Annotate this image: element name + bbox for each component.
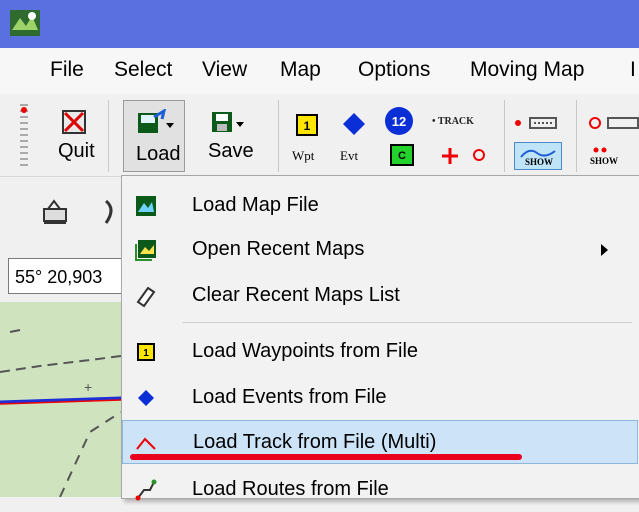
menu-file[interactable]: File <box>50 58 84 82</box>
menu-item-label: Open Recent Maps <box>192 238 365 260</box>
wpt-label[interactable]: Wpt <box>292 148 314 164</box>
svg-text:1: 1 <box>143 348 149 359</box>
track-icon <box>136 437 156 450</box>
menu-item-load-events[interactable]: Load Events from File <box>122 376 638 420</box>
menu-item-label: Load Map File <box>192 194 319 216</box>
route-dots-icon[interactable] <box>588 114 639 132</box>
menu-map[interactable]: Map <box>280 58 321 82</box>
save-button[interactable]: Save <box>196 102 266 168</box>
coordinate-field[interactable]: 55° 20,903 <box>8 258 124 294</box>
route-icon <box>135 479 157 501</box>
route-points-icon <box>593 147 607 153</box>
eraser-icon <box>136 286 156 308</box>
svg-text:12: 12 <box>392 114 406 129</box>
menu-options[interactable]: Options <box>358 58 430 82</box>
menu-item-load-waypoints[interactable]: 1 Load Waypoints from File <box>122 330 638 374</box>
app-icon <box>10 10 40 36</box>
menu-item-load-map-file[interactable]: Load Map File <box>122 184 638 228</box>
evt-label[interactable]: Evt <box>340 148 358 164</box>
menu-view[interactable]: View <box>202 58 247 82</box>
menu-separator <box>182 322 632 323</box>
menu-item-label: Load Events from File <box>192 386 387 408</box>
gps-receiver-icon[interactable] <box>40 199 70 227</box>
event-diamond-icon[interactable] <box>342 112 366 136</box>
waypoint-icon: 1 <box>137 343 155 361</box>
event-diamond-icon <box>138 390 154 406</box>
track-dots-icon[interactable] <box>512 114 562 132</box>
circle-icon[interactable] <box>472 148 486 162</box>
badge-12-icon[interactable]: 12 <box>384 106 414 136</box>
menu-item-label: Clear Recent Maps List <box>192 284 400 306</box>
show-route-button[interactable]: SHOW <box>588 142 639 170</box>
menu-bar: File Select View Map Options Moving Map … <box>0 48 639 94</box>
load-dropdown-menu: Load Map File Open Recent Maps Clear Rec… <box>121 175 639 501</box>
menu-item-clear-recent-maps[interactable]: Clear Recent Maps List <box>122 274 638 318</box>
green-c-icon[interactable]: C <box>390 144 414 166</box>
plus-icon[interactable] <box>440 146 460 166</box>
menu-item-open-recent-maps[interactable]: Open Recent Maps <box>122 228 638 272</box>
annotation-underline <box>130 454 522 460</box>
waypoint-icon[interactable]: 1 <box>296 114 318 136</box>
quit-label: Quit <box>58 140 95 162</box>
quit-button[interactable]: Quit <box>50 102 98 168</box>
recent-maps-icon <box>135 240 156 261</box>
show-track-button[interactable]: SHOW <box>514 142 562 170</box>
load-button[interactable]: Load <box>123 100 185 172</box>
save-label: Save <box>208 140 254 162</box>
menu-item-label: Load Waypoints from File <box>192 340 419 362</box>
track-label[interactable]: • TRACK <box>432 116 474 127</box>
menu-item-label: Load Routes from File <box>192 478 389 500</box>
menu-item-load-routes[interactable]: Load Routes from File <box>122 468 638 512</box>
load-label: Load <box>136 143 181 165</box>
menu-item-label: Load Track from File (Multi) <box>193 431 437 453</box>
save-icon <box>212 112 244 132</box>
svg-text:+: + <box>84 379 92 395</box>
menu-moving-map[interactable]: Moving Map <box>470 58 584 82</box>
map-file-icon <box>136 196 156 216</box>
title-bar <box>0 0 639 48</box>
grip-red-icon <box>21 107 27 113</box>
quit-icon <box>62 110 86 134</box>
menu-select[interactable]: Select <box>114 58 172 82</box>
satellite-icon[interactable] <box>100 197 122 227</box>
svg-text:C: C <box>398 150 406 162</box>
main-toolbar: Quit Load Save 1 Wpt Evt 12 • TRACK C SH… <box>0 94 639 177</box>
svg-text:1: 1 <box>304 119 311 133</box>
submenu-arrow-icon <box>601 244 608 256</box>
load-icon <box>138 109 174 133</box>
menu-overflow[interactable]: I <box>630 58 636 82</box>
